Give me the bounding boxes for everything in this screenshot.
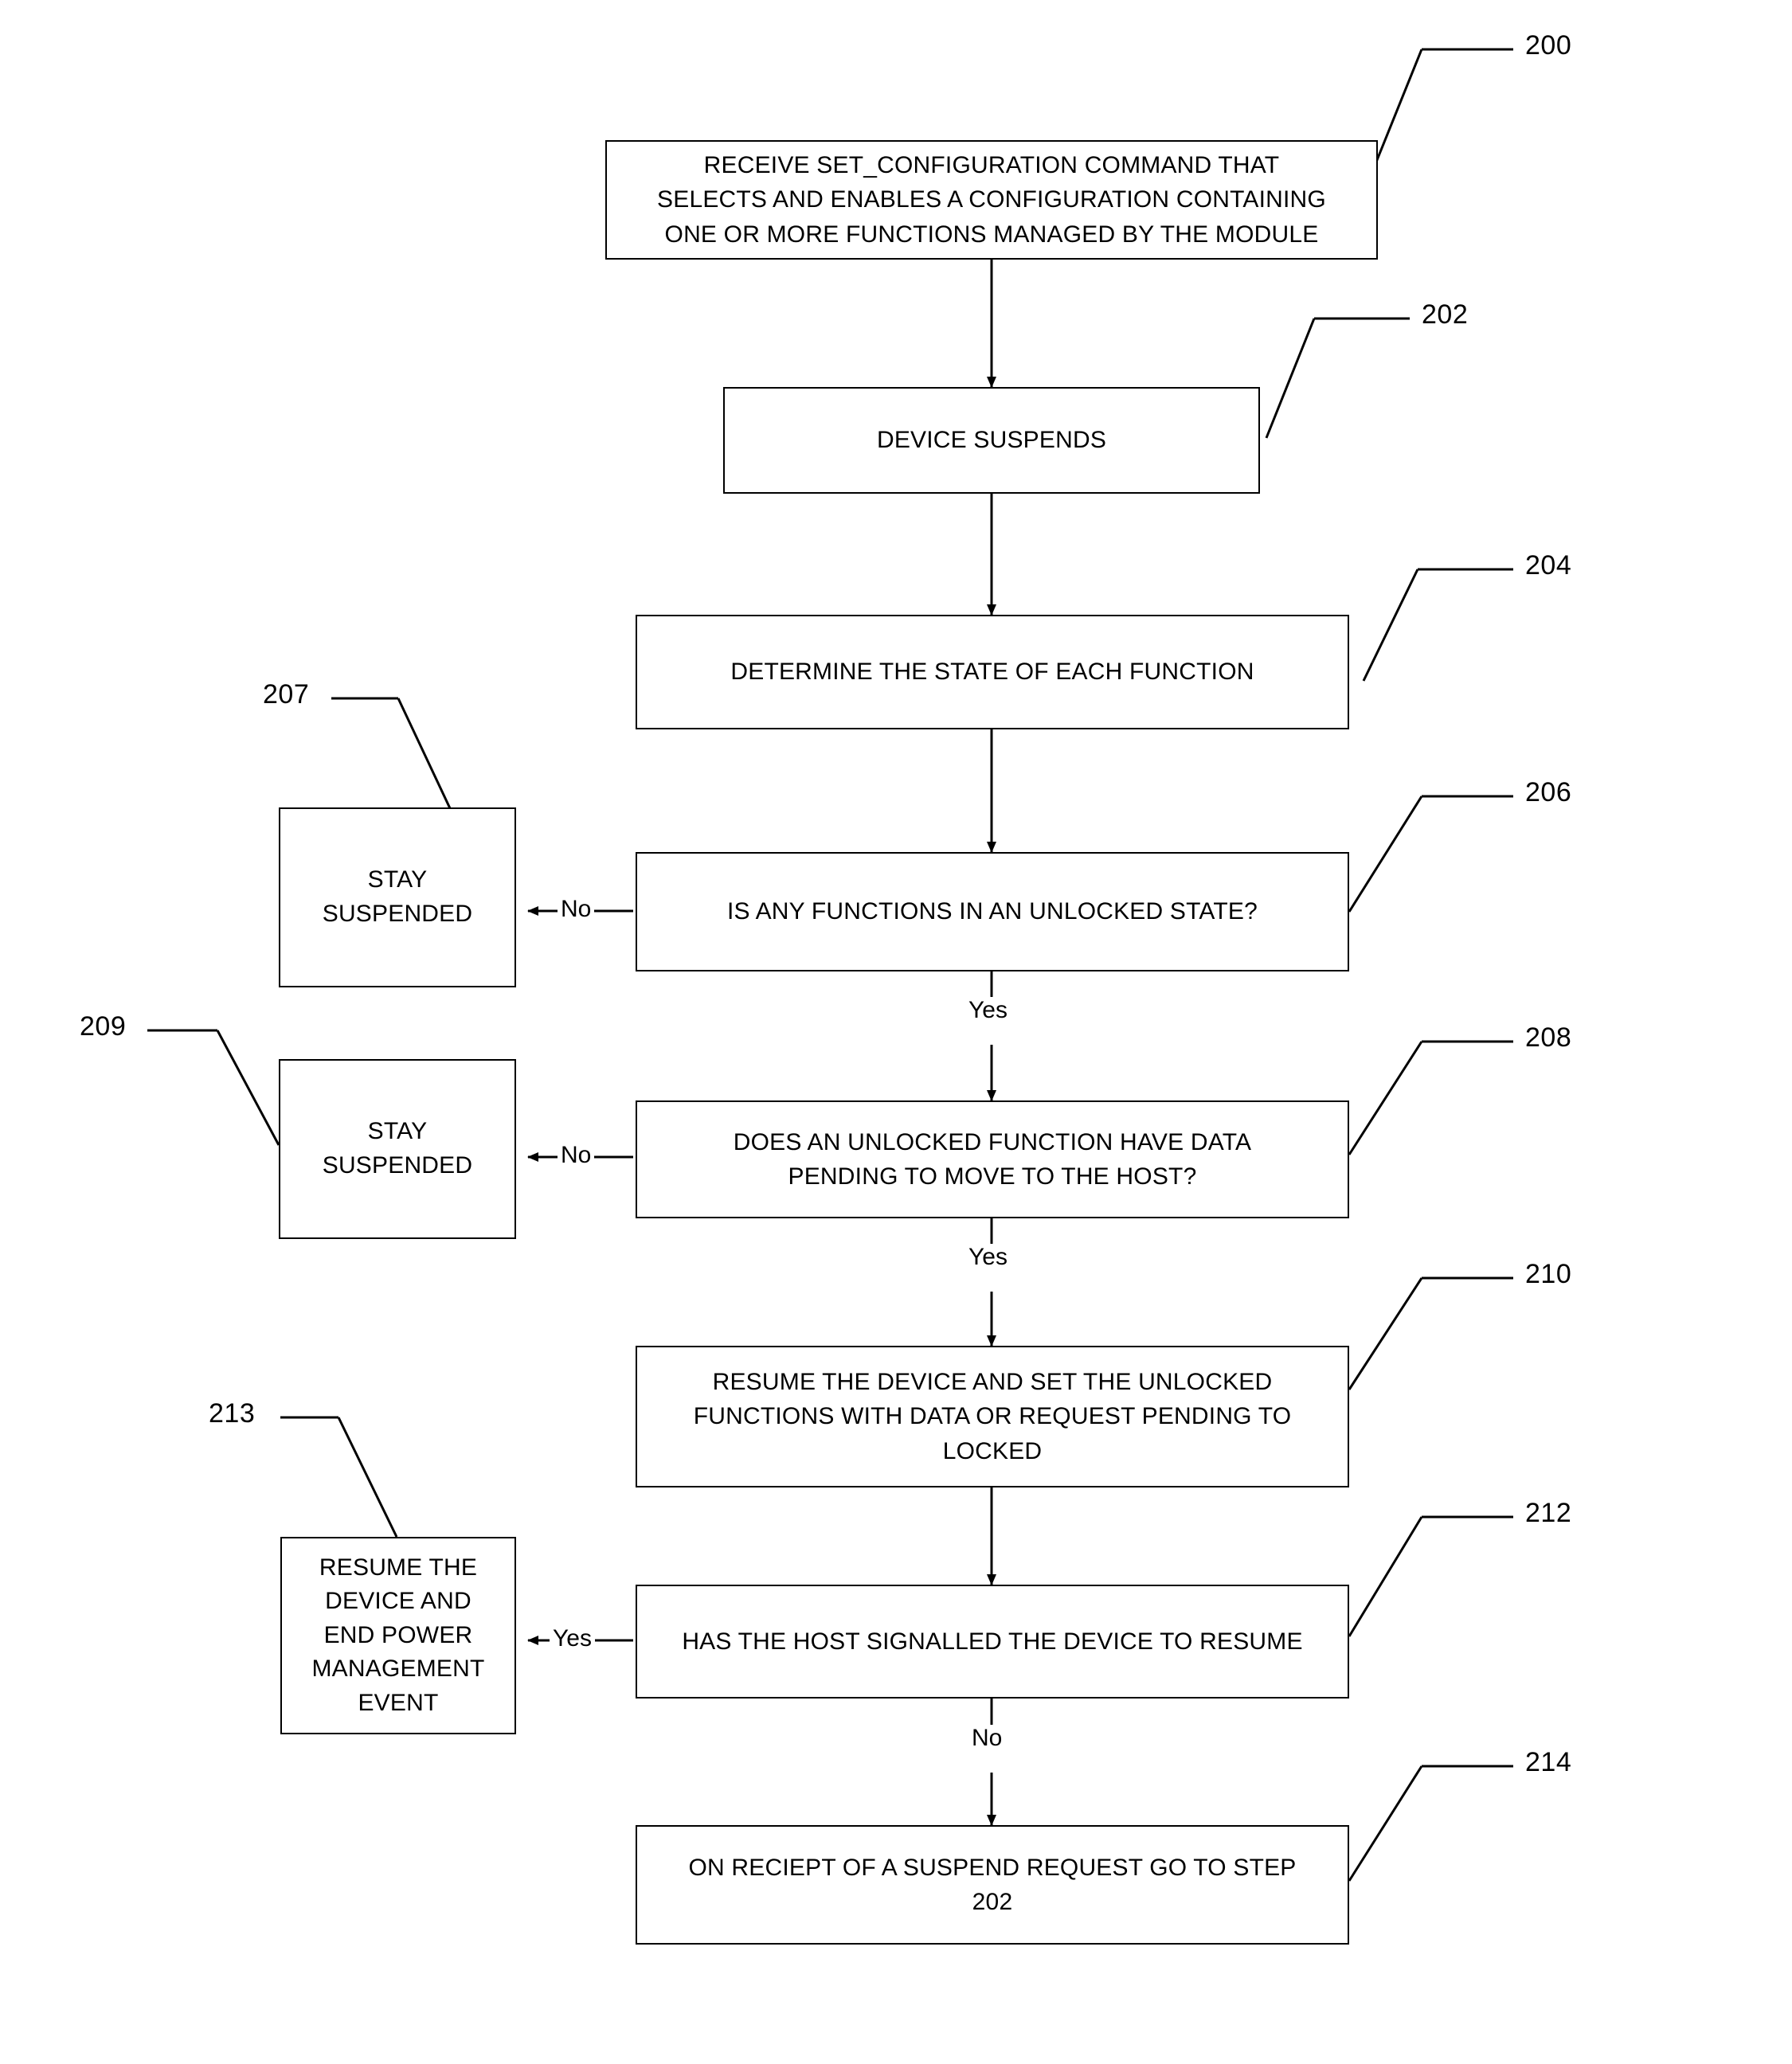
- step-box-214-text: ON RECIEPT OF A SUSPEND REQUEST GO TO ST…: [688, 1854, 1297, 1916]
- ref-numeral-200: 200: [1525, 30, 1572, 61]
- step-box-212-text: HAS THE HOST SIGNALLED THE DEVICE TO RES…: [682, 1628, 1303, 1655]
- step-box-202: DEVICE SUSPENDS: [723, 387, 1260, 494]
- step-box-200-text: RECEIVE SET_CONFIGURATION COMMAND THAT S…: [657, 151, 1326, 248]
- leader-202b: [1265, 318, 1316, 439]
- edge-label-208-yes: Yes: [965, 1244, 1011, 1271]
- step-box-209: STAY SUSPENDED: [279, 1059, 516, 1239]
- ref-numeral-208: 208: [1525, 1022, 1572, 1053]
- leader-214b: [1348, 1765, 1423, 1882]
- leader-213b: [337, 1417, 398, 1538]
- step-box-204: DETERMINE THE STATE OF EACH FUNCTION: [636, 615, 1349, 729]
- ref-numeral-209: 209: [80, 1011, 127, 1042]
- step-box-210: RESUME THE DEVICE AND SET THE UNLOCKED F…: [636, 1346, 1349, 1487]
- leader-212b: [1348, 1516, 1423, 1637]
- flowchart-page: RECEIVE SET_CONFIGURATION COMMAND THAT S…: [0, 0, 1792, 2064]
- ref-numeral-214: 214: [1525, 1747, 1572, 1777]
- leader-206b: [1348, 796, 1423, 913]
- leader-204b: [1362, 569, 1419, 682]
- edge-label-206-no: No: [558, 896, 595, 923]
- edge-label-212-yes: Yes: [550, 1625, 595, 1652]
- ref-numeral-207: 207: [263, 679, 310, 710]
- edge-label-208-no: No: [558, 1142, 595, 1169]
- step-box-212: HAS THE HOST SIGNALLED THE DEVICE TO RES…: [636, 1585, 1349, 1698]
- connector-layer: [147, 48, 1513, 1882]
- step-box-206-text: IS ANY FUNCTIONS IN AN UNLOCKED STATE?: [726, 898, 1258, 925]
- step-box-208: DOES AN UNLOCKED FUNCTION HAVE DATA PEND…: [636, 1100, 1349, 1218]
- leader-209b: [216, 1030, 280, 1146]
- leader-208b: [1348, 1041, 1423, 1155]
- step-box-204-text: DETERMINE THE STATE OF EACH FUNCTION: [730, 659, 1254, 686]
- ref-numeral-202: 202: [1422, 299, 1469, 330]
- step-box-202-text: DEVICE SUSPENDS: [876, 427, 1107, 454]
- step-box-200: RECEIVE SET_CONFIGURATION COMMAND THAT S…: [605, 140, 1378, 260]
- ref-numeral-206: 206: [1525, 777, 1572, 807]
- ref-numeral-212: 212: [1525, 1498, 1572, 1528]
- ref-numeral-204: 204: [1525, 550, 1572, 580]
- step-box-214: ON RECIEPT OF A SUSPEND REQUEST GO TO ST…: [636, 1825, 1349, 1945]
- leader-210b: [1348, 1277, 1423, 1390]
- leader-207b: [397, 698, 457, 821]
- step-box-210-text: RESUME THE DEVICE AND SET THE UNLOCKED F…: [693, 1368, 1292, 1464]
- step-box-208-text: DOES AN UNLOCKED FUNCTION HAVE DATA PEND…: [733, 1128, 1252, 1190]
- ref-numeral-213: 213: [209, 1398, 256, 1429]
- step-box-209-text: STAY SUSPENDED: [322, 1118, 473, 1179]
- step-box-213-text: RESUME THE DEVICE AND END POWER MANAGEME…: [311, 1554, 485, 1716]
- step-box-207: STAY SUSPENDED: [279, 807, 516, 987]
- edge-label-212-no: No: [968, 1725, 1006, 1752]
- ref-numeral-210: 210: [1525, 1259, 1572, 1289]
- edge-label-206-yes: Yes: [965, 997, 1011, 1024]
- step-box-207-text: STAY SUSPENDED: [322, 866, 473, 927]
- step-box-206: IS ANY FUNCTIONS IN AN UNLOCKED STATE?: [636, 852, 1349, 971]
- step-box-213: RESUME THE DEVICE AND END POWER MANAGEME…: [280, 1537, 516, 1734]
